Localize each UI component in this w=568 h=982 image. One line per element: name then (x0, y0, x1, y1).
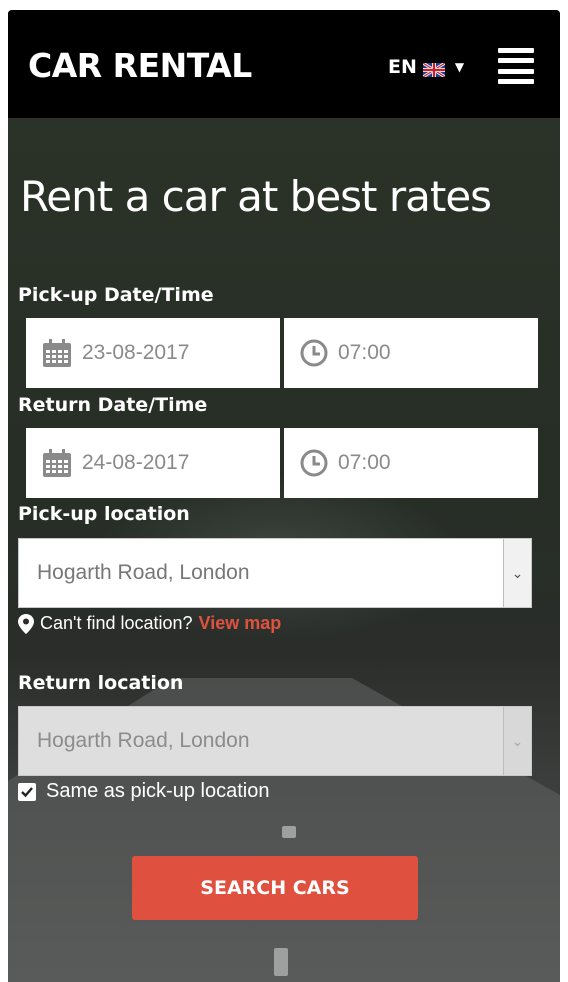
uk-flag-icon (422, 60, 446, 79)
hint-text: Can't find location? (40, 613, 193, 633)
return-time-value: 07:00 (338, 451, 391, 474)
clock-icon (300, 449, 328, 477)
page-title: Rent a car at best rates (20, 172, 492, 221)
pickup-location-label: Pick-up location (18, 503, 190, 525)
same-location-option[interactable]: Same as pick-up location (18, 780, 269, 803)
return-location-select[interactable]: Hogarth Road, London ⌄ (18, 706, 532, 776)
chevron-down-icon[interactable]: ⌄ (503, 707, 531, 775)
same-location-checkbox[interactable] (18, 782, 36, 801)
top-bar: CAR RENTAL EN ▼ (8, 10, 560, 118)
calendar-icon (43, 449, 71, 477)
pickup-location-select[interactable]: Hogarth Road, London ⌄ (18, 538, 532, 608)
return-location-value: Hogarth Road, London (37, 729, 250, 752)
map-pin-icon (18, 613, 34, 634)
pickup-datetime-label: Pick-up Date/Time (18, 284, 214, 306)
calendar-icon (43, 339, 71, 367)
language-code: EN (388, 56, 417, 78)
language-selector[interactable]: EN ▼ (388, 56, 465, 79)
checkmark-icon (21, 786, 33, 797)
pickup-time-field[interactable]: 07:00 (284, 318, 538, 388)
view-map-link[interactable]: View map (199, 613, 282, 634)
clock-icon (300, 339, 328, 367)
pickup-date-field[interactable]: 23-08-2017 (26, 318, 280, 388)
return-location-label: Return location (18, 672, 184, 694)
brand-logo[interactable]: CAR RENTAL (28, 46, 252, 85)
search-cars-button[interactable]: SEARCH CARS (132, 856, 418, 920)
pickup-date-value: 23-08-2017 (82, 341, 190, 364)
caret-down-icon: ▼ (454, 60, 465, 74)
pickup-location-value: Hogarth Road, London (37, 561, 250, 584)
pickup-time-value: 07:00 (338, 341, 391, 364)
same-location-label: Same as pick-up location (46, 780, 270, 802)
return-date-value: 24-08-2017 (82, 451, 190, 474)
return-date-field[interactable]: 24-08-2017 (26, 428, 280, 498)
lane-marking (274, 948, 288, 976)
chevron-down-icon[interactable]: ⌄ (503, 539, 531, 607)
return-time-field[interactable]: 07:00 (284, 428, 538, 498)
lane-marking (282, 826, 296, 838)
location-hint: Can't find location? View map (18, 613, 281, 634)
return-datetime-label: Return Date/Time (18, 394, 208, 416)
hamburger-icon[interactable] (498, 48, 534, 84)
